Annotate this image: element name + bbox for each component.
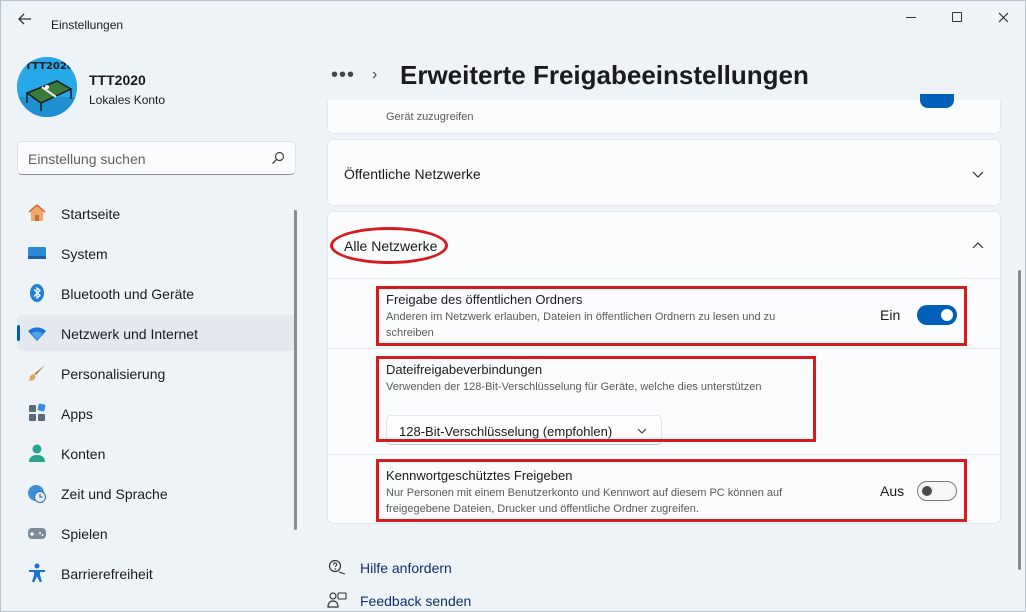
maximize-button[interactable] bbox=[934, 0, 980, 34]
toggle-knob bbox=[941, 309, 953, 321]
home-icon bbox=[27, 203, 47, 223]
app-title: Einstellungen bbox=[51, 18, 124, 32]
search-input[interactable] bbox=[28, 150, 258, 168]
brush-icon bbox=[27, 363, 47, 383]
all-networks-title: Alle Netzwerke bbox=[344, 238, 438, 254]
sidebar-nav: Startseite System Bluetooth und Geräte N… bbox=[17, 195, 296, 595]
password-protected-sharing-row: Kennwortgeschütztes Freigeben Nur Person… bbox=[328, 455, 1000, 524]
previous-setting-desc: Gerät zuzugreifen bbox=[386, 111, 474, 123]
title-bar: Einstellungen bbox=[0, 0, 1026, 36]
account-icon bbox=[27, 443, 47, 463]
sidebar-item-label: Spielen bbox=[61, 526, 108, 542]
password-protected-sharing-desc-2: freigegebene Dateien, Drucker und öffent… bbox=[386, 503, 699, 515]
password-protected-sharing-state: Aus bbox=[880, 483, 905, 499]
previous-setting-toggle[interactable] bbox=[920, 94, 954, 108]
arrow-left-icon bbox=[18, 13, 31, 25]
search-icon[interactable] bbox=[271, 151, 285, 165]
encryption-dropdown[interactable]: 128-Bit-Verschlüsselung (empfohlen) bbox=[386, 415, 662, 445]
help-icon bbox=[328, 559, 346, 575]
wifi-icon bbox=[27, 323, 47, 343]
bluetooth-icon bbox=[27, 283, 47, 303]
feedback-link-label: Feedback senden bbox=[360, 593, 472, 609]
content-scrollbar[interactable] bbox=[1018, 270, 1021, 570]
sidebar-item-label: Barrierefreiheit bbox=[61, 566, 153, 582]
sidebar-item-netzwerk[interactable]: Netzwerk und Internet bbox=[17, 315, 296, 351]
public-networks-title: Öffentliche Netzwerke bbox=[344, 166, 481, 182]
public-folder-sharing-desc: Anderen im Netzwerk erlauben, Dateien in… bbox=[386, 311, 776, 323]
sidebar-item-startseite[interactable]: Startseite bbox=[17, 195, 296, 231]
public-folder-sharing-row: Freigabe des öffentlichen Ordners Andere… bbox=[328, 279, 1000, 349]
chevron-down-icon bbox=[972, 171, 984, 178]
sidebar-item-system[interactable]: System bbox=[17, 235, 296, 271]
sidebar-item-label: Netzwerk und Internet bbox=[61, 326, 198, 342]
chevron-down-icon bbox=[637, 428, 647, 434]
help-link-label: Hilfe anfordern bbox=[360, 560, 452, 576]
sidebar-item-bluetooth[interactable]: Bluetooth und Geräte bbox=[17, 275, 296, 311]
password-protected-sharing-toggle[interactable] bbox=[917, 481, 957, 501]
file-sharing-connections-title: Dateifreigabeverbindungen bbox=[386, 362, 543, 377]
sidebar-item-label: Zeit und Sprache bbox=[61, 486, 168, 502]
public-folder-sharing-toggle[interactable] bbox=[917, 305, 957, 325]
sidebar-item-konten[interactable]: Konten bbox=[17, 435, 296, 471]
public-folder-sharing-state: Ein bbox=[880, 307, 901, 323]
back-button[interactable] bbox=[10, 8, 40, 30]
minimize-button[interactable] bbox=[888, 0, 934, 34]
breadcrumb-separator: › bbox=[372, 66, 378, 83]
sidebar-item-label: Apps bbox=[61, 406, 93, 422]
sidebar-item-spielen[interactable]: Spielen bbox=[17, 515, 296, 551]
toggle-knob bbox=[922, 486, 932, 496]
breadcrumb-more-button[interactable]: ••• bbox=[331, 64, 355, 87]
public-folder-sharing-desc-2: schreiben bbox=[386, 327, 434, 339]
all-networks-header[interactable]: Alle Netzwerke bbox=[328, 212, 1000, 279]
feedback-icon bbox=[327, 592, 347, 608]
sidebar-item-label: Startseite bbox=[61, 206, 121, 222]
user-name: TTT2020 bbox=[89, 72, 146, 88]
previous-setting-card: Gerät zuzugreifen bbox=[327, 94, 1001, 134]
search-box[interactable] bbox=[17, 141, 296, 175]
system-icon bbox=[27, 243, 47, 263]
file-sharing-connections-desc: Verwenden der 128-Bit-Verschlüsselung fü… bbox=[386, 381, 762, 393]
sidebar-item-apps[interactable]: Apps bbox=[17, 395, 296, 431]
public-folder-sharing-title: Freigabe des öffentlichen Ordners bbox=[386, 292, 583, 307]
password-protected-sharing-title: Kennwortgeschütztes Freigeben bbox=[386, 468, 573, 483]
sidebar-item-barrierefreiheit[interactable]: Barrierefreiheit bbox=[17, 555, 296, 591]
sidebar-scrollbar[interactable] bbox=[294, 210, 297, 530]
sidebar-item-label: Bluetooth und Geräte bbox=[61, 286, 195, 302]
close-icon bbox=[998, 12, 1008, 22]
encryption-dropdown-value: 128-Bit-Verschlüsselung (empfohlen) bbox=[399, 424, 613, 439]
all-networks-card: Alle Netzwerke Freigabe des öffentlichen… bbox=[327, 211, 1001, 524]
chevron-up-icon bbox=[972, 242, 984, 249]
avatar-text: TTT2020 bbox=[25, 61, 74, 72]
accessibility-icon bbox=[27, 563, 47, 583]
gamepad-icon bbox=[27, 523, 47, 543]
apps-icon bbox=[27, 403, 47, 423]
sidebar-item-label: Personalisierung bbox=[61, 366, 166, 382]
sidebar-item-label: System bbox=[61, 246, 108, 262]
public-networks-card[interactable]: Öffentliche Netzwerke bbox=[327, 139, 1001, 206]
close-button[interactable] bbox=[980, 0, 1026, 34]
password-protected-sharing-desc: Nur Personen mit einem Benutzerkonto und… bbox=[386, 487, 783, 499]
account-type: Lokales Konto bbox=[89, 93, 166, 107]
clock-globe-icon bbox=[27, 483, 47, 503]
minimize-icon bbox=[906, 16, 916, 18]
avatar[interactable]: TTT2020 bbox=[17, 57, 77, 117]
sidebar-item-zeit-sprache[interactable]: Zeit und Sprache bbox=[17, 475, 296, 511]
maximize-icon bbox=[952, 12, 962, 22]
page-title: Erweiterte Freigabeeinstellungen bbox=[400, 60, 809, 90]
sidebar-item-label: Konten bbox=[61, 446, 106, 462]
sidebar-item-personalisierung[interactable]: Personalisierung bbox=[17, 355, 296, 391]
